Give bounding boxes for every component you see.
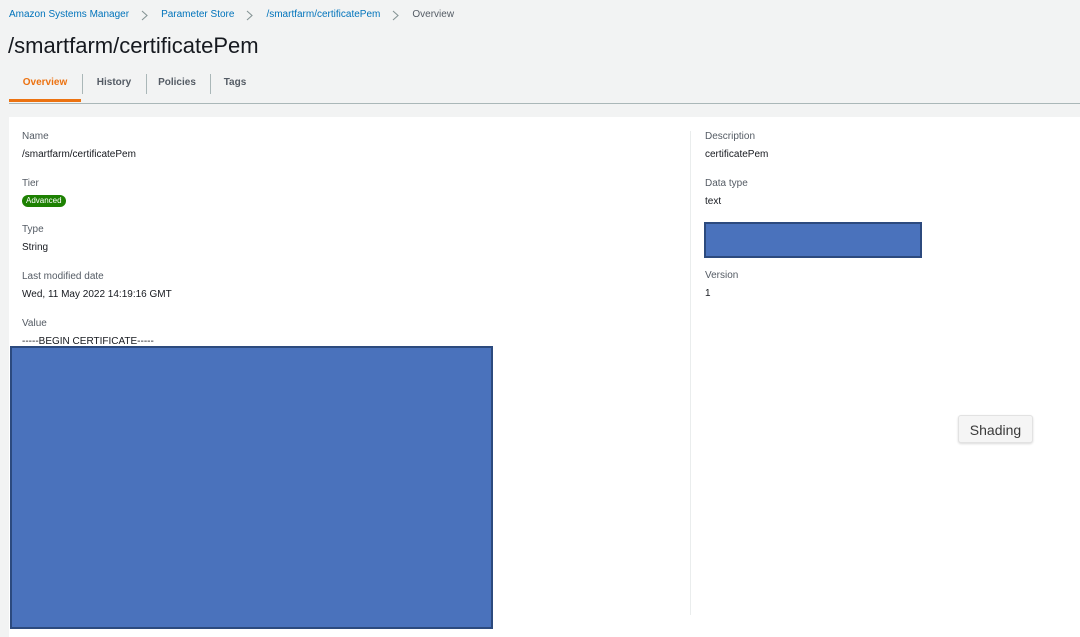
value-label: Value	[22, 318, 47, 329]
version-label: Version	[705, 270, 739, 281]
tier-badge: Advanced	[22, 195, 66, 207]
tab-policies[interactable]: Policies	[155, 66, 199, 100]
tab-policies-label: Policies	[158, 77, 196, 88]
value-redaction-box	[10, 346, 493, 629]
breadcrumb: Amazon Systems Manager Parameter Store /…	[9, 9, 454, 21]
tier-label: Tier	[22, 178, 39, 189]
tab-history-label: History	[96, 77, 132, 88]
field-redaction-box	[704, 222, 922, 258]
description-label: Description	[705, 131, 756, 142]
shading-tooltip: Shading	[958, 415, 1033, 443]
breadcrumb-current-overview: Overview	[412, 9, 455, 20]
tab-divider	[210, 74, 211, 94]
version-value: 1	[705, 288, 711, 299]
tab-tags-label: Tags	[223, 77, 247, 88]
column-divider	[690, 131, 691, 615]
tab-divider	[146, 74, 147, 94]
breadcrumb-link-parameter-store[interactable]: Parameter Store	[161, 9, 234, 21]
tab-bar: Overview History Policies Tags	[9, 66, 1080, 104]
data-type-label: Data type	[705, 178, 748, 189]
chevron-right-icon	[389, 9, 403, 21]
name-label: Name	[22, 131, 49, 142]
tab-overview-label: Overview	[22, 77, 68, 88]
tab-tags[interactable]: Tags	[220, 66, 250, 100]
type-value: String	[22, 242, 49, 253]
tab-overview[interactable]: Overview	[9, 66, 81, 102]
last-modified-label: Last modified date	[22, 271, 104, 282]
name-value: /smartfarm/certificatePem	[22, 149, 136, 160]
page-title: /smartfarm/certificatePem	[8, 33, 259, 58]
breadcrumb-link-parameter[interactable]: /smartfarm/certificatePem	[266, 9, 380, 21]
tab-divider	[82, 74, 83, 94]
chevron-right-icon	[243, 9, 257, 21]
breadcrumb-link-systems-manager[interactable]: Amazon Systems Manager	[9, 9, 129, 21]
chevron-right-icon	[138, 9, 152, 21]
tab-active-indicator	[9, 99, 81, 102]
data-type-value: text	[705, 196, 722, 207]
type-label: Type	[22, 224, 44, 235]
tab-history[interactable]: History	[91, 66, 137, 100]
description-value: certificatePem	[705, 149, 769, 160]
last-modified-value: Wed, 11 May 2022 14:19:16 GMT	[22, 289, 172, 300]
